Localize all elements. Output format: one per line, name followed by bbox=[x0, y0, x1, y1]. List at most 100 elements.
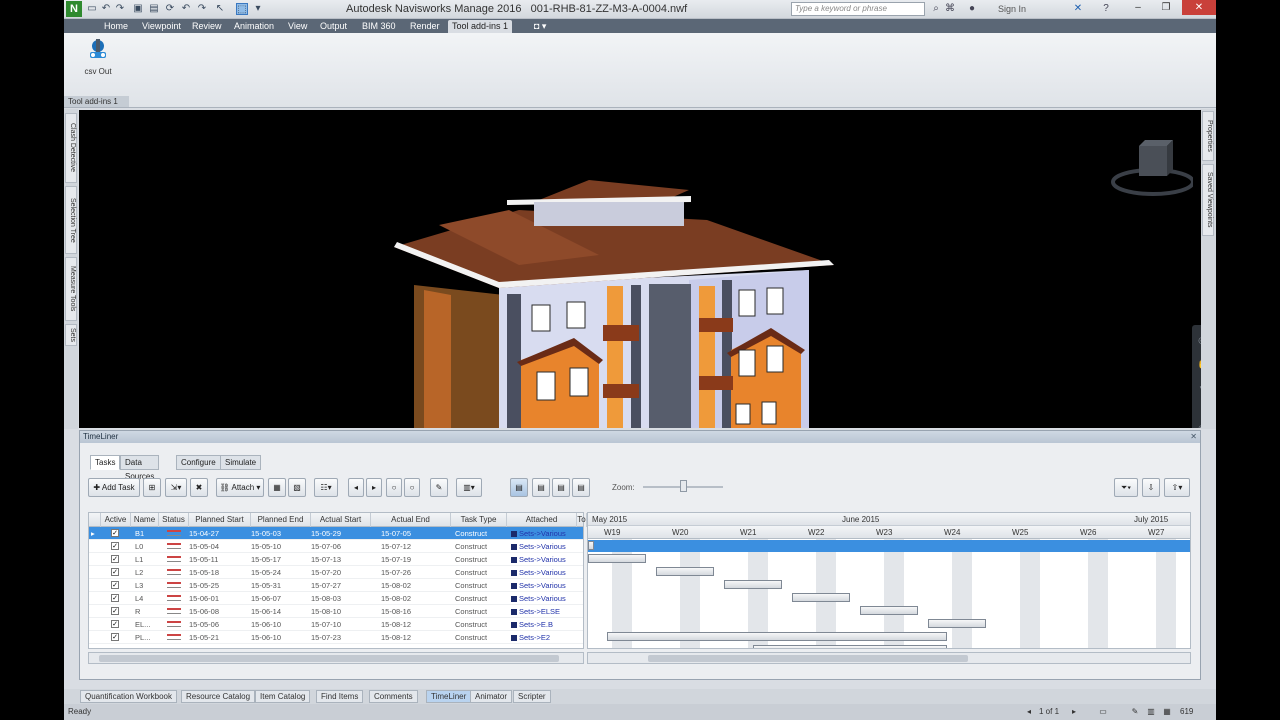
gantt-bar[interactable] bbox=[607, 632, 948, 641]
col-active[interactable]: Active bbox=[101, 513, 131, 527]
insert-task-icon[interactable]: ⊞ bbox=[143, 478, 161, 497]
gantt-scrollbar[interactable] bbox=[587, 652, 1191, 664]
select-box-icon[interactable]: ⬚ bbox=[236, 3, 248, 15]
attached-sets[interactable]: Sets->E.B bbox=[511, 618, 553, 631]
export-schedule-icon[interactable]: ⇧▾ bbox=[1164, 478, 1190, 497]
col-actual-start[interactable]: Actual Start bbox=[311, 513, 371, 527]
measure-tools-tab[interactable]: Measure Tools bbox=[65, 257, 77, 321]
timeliner-close-button[interactable]: ✕ bbox=[1190, 431, 1197, 443]
gantt-view-planned-icon[interactable]: ▤ bbox=[532, 478, 550, 497]
tab-review[interactable]: Review bbox=[188, 20, 226, 33]
tab-animation[interactable]: Animation bbox=[230, 20, 278, 33]
auto-add-icon[interactable]: ⇲▾ bbox=[165, 478, 187, 497]
active-checkbox[interactable]: ✓ bbox=[111, 607, 119, 615]
tab-options-icon[interactable]: ◘ ▾ bbox=[530, 20, 550, 33]
undo2-icon[interactable]: ↶ bbox=[180, 3, 192, 15]
tab-timeliner[interactable]: TimeLiner bbox=[426, 690, 472, 703]
subscription-icon[interactable]: ⌘ bbox=[944, 3, 956, 15]
attach-button[interactable]: ⛓ Attach ▾ bbox=[216, 478, 264, 497]
gantt-bar[interactable] bbox=[792, 593, 851, 602]
orbit-icon[interactable]: ◉ bbox=[1197, 423, 1201, 428]
pan-icon[interactable]: ✋ bbox=[1197, 359, 1201, 369]
attached-sets[interactable]: Sets->Various bbox=[511, 540, 566, 553]
gantt-bar[interactable] bbox=[588, 541, 594, 550]
tab-tool-add-ins[interactable]: Tool add-ins 1 bbox=[448, 20, 513, 33]
refresh-icon[interactable]: ⟳ bbox=[164, 3, 176, 15]
close-button[interactable]: ✕ bbox=[1182, 0, 1216, 15]
performance-icon[interactable]: ▥ bbox=[1146, 707, 1156, 717]
active-checkbox[interactable]: ✓ bbox=[111, 568, 119, 576]
comment-icon[interactable]: ✎ bbox=[430, 478, 448, 497]
tab-bim360[interactable]: BIM 360 bbox=[358, 20, 400, 33]
filter-rules-icon[interactable]: ▧ bbox=[288, 478, 306, 497]
clash-detective-tab[interactable]: Clash Detective bbox=[65, 113, 77, 183]
table-row[interactable]: ✓ L1 15-05-11 15-05-17 15-07-13 15-07-19 Const… bbox=[89, 553, 583, 566]
zoom-slider-handle[interactable] bbox=[680, 480, 687, 492]
table-row[interactable]: ✓ PL... 15-05-21 15-06-10 15-07-23 15-08-12 Co… bbox=[89, 631, 583, 644]
gantt-bar[interactable] bbox=[753, 645, 948, 648]
remove-icon[interactable]: ○ bbox=[404, 478, 420, 497]
columns-icon[interactable]: ☷▾ bbox=[314, 478, 338, 497]
tab-home[interactable]: Home bbox=[100, 20, 132, 33]
steering-wheel-icon[interactable]: ◎ bbox=[1197, 335, 1201, 345]
attached-sets[interactable]: Sets->Various bbox=[511, 579, 566, 592]
gantt-view-actual-icon[interactable]: ▤ bbox=[510, 478, 528, 497]
table-row[interactable]: ✓ L0 15-05-04 15-05-10 15-07-06 15-07-12 Const… bbox=[89, 540, 583, 553]
user-icon[interactable]: ● bbox=[966, 3, 978, 15]
sheet-icon[interactable]: ▭ bbox=[1098, 707, 1108, 717]
grid-scrollbar[interactable] bbox=[88, 652, 584, 664]
tab-tasks[interactable]: Tasks bbox=[90, 455, 121, 470]
export-icon[interactable]: ▥▾ bbox=[456, 478, 482, 497]
col-actual-end[interactable]: Actual End bbox=[371, 513, 451, 527]
col-planned-end[interactable]: Planned End bbox=[251, 513, 311, 527]
attached-sets[interactable]: Sets->Various bbox=[511, 566, 566, 579]
delete-task-icon[interactable]: ✖ bbox=[190, 478, 208, 497]
col-attached[interactable]: Attached bbox=[507, 513, 577, 527]
active-checkbox[interactable]: ✓ bbox=[111, 620, 119, 628]
filter-icon[interactable]: ⏷▾ bbox=[1114, 478, 1138, 497]
tab-render[interactable]: Render bbox=[406, 20, 444, 33]
tab-output[interactable]: Output bbox=[316, 20, 351, 33]
gantt-bar[interactable] bbox=[860, 606, 919, 615]
active-checkbox[interactable]: ✓ bbox=[111, 633, 119, 641]
table-row[interactable]: ✓ L4 15-06-01 15-06-07 15-08-03 15-08-02 Const… bbox=[89, 592, 583, 605]
dropdown-icon[interactable]: ▾ bbox=[1197, 383, 1201, 393]
tab-viewpoint[interactable]: Viewpoint bbox=[138, 20, 185, 33]
properties-tab[interactable]: Properties bbox=[1202, 111, 1214, 161]
attached-sets[interactable]: Sets->E2 bbox=[511, 631, 550, 644]
gantt-chart[interactable]: May 2015 June 2015 July 2015 W19 W20 W21 W2… bbox=[587, 512, 1191, 649]
tab-simulate[interactable]: Simulate bbox=[220, 455, 262, 470]
active-checkbox[interactable]: ✓ bbox=[111, 581, 119, 589]
tab-item-catalog[interactable]: Item Catalog bbox=[255, 690, 311, 703]
qa-dropdown-icon[interactable]: ▾ bbox=[252, 3, 264, 15]
print-icon[interactable]: ▤ bbox=[148, 3, 160, 15]
gantt-bar[interactable] bbox=[656, 567, 715, 576]
tab-data-sources[interactable]: Data Sources bbox=[120, 455, 160, 481]
outdent-icon[interactable]: ◂ bbox=[348, 478, 364, 497]
grid-scroll-thumb[interactable] bbox=[99, 655, 559, 662]
table-row[interactable]: ✓ L3 15-05-25 15-05-31 15-07-27 15-08-02 Const… bbox=[89, 579, 583, 592]
help-search-input[interactable]: Type a keyword or phrase bbox=[791, 2, 925, 16]
gantt-hide-icon[interactable]: ▤ bbox=[572, 478, 590, 497]
first-page-icon[interactable]: ◂ bbox=[1024, 707, 1034, 717]
redo2-icon[interactable]: ↷ bbox=[196, 3, 208, 15]
gantt-scroll-thumb[interactable] bbox=[648, 655, 968, 662]
attached-sets[interactable]: Sets->Various bbox=[511, 527, 566, 540]
tab-comments[interactable]: Comments bbox=[369, 690, 418, 703]
3d-viewport[interactable]: ◎ ✋ ▾ ◉ ↳ ↖ ⇣ bbox=[79, 110, 1201, 428]
minimize-button[interactable]: – bbox=[1124, 0, 1152, 15]
sets-tab[interactable]: Sets bbox=[65, 324, 77, 346]
table-row[interactable]: ✓ EL... 15-05-06 15-06-10 15-07-10 15-08-12 Co… bbox=[89, 618, 583, 631]
col-status[interactable]: Status bbox=[159, 513, 189, 527]
active-checkbox[interactable]: ✓ bbox=[111, 594, 119, 602]
saved-viewpoints-tab[interactable]: Saved Viewpoints bbox=[1202, 164, 1214, 236]
indent-icon[interactable]: ▸ bbox=[366, 478, 382, 497]
sign-in-link[interactable]: Sign In bbox=[998, 4, 1026, 14]
table-row[interactable]: ✓ R 15-06-08 15-06-14 15-08-10 15-08-16 Constr… bbox=[89, 605, 583, 618]
tab-quantification-workbook[interactable]: Quantification Workbook bbox=[80, 690, 178, 703]
app-logo-icon[interactable]: N bbox=[66, 1, 82, 17]
gantt-bar[interactable] bbox=[928, 619, 987, 628]
attached-sets[interactable]: Sets->ELSE bbox=[511, 605, 560, 618]
gantt-bar[interactable] bbox=[588, 554, 647, 563]
tab-configure[interactable]: Configure bbox=[176, 455, 221, 470]
